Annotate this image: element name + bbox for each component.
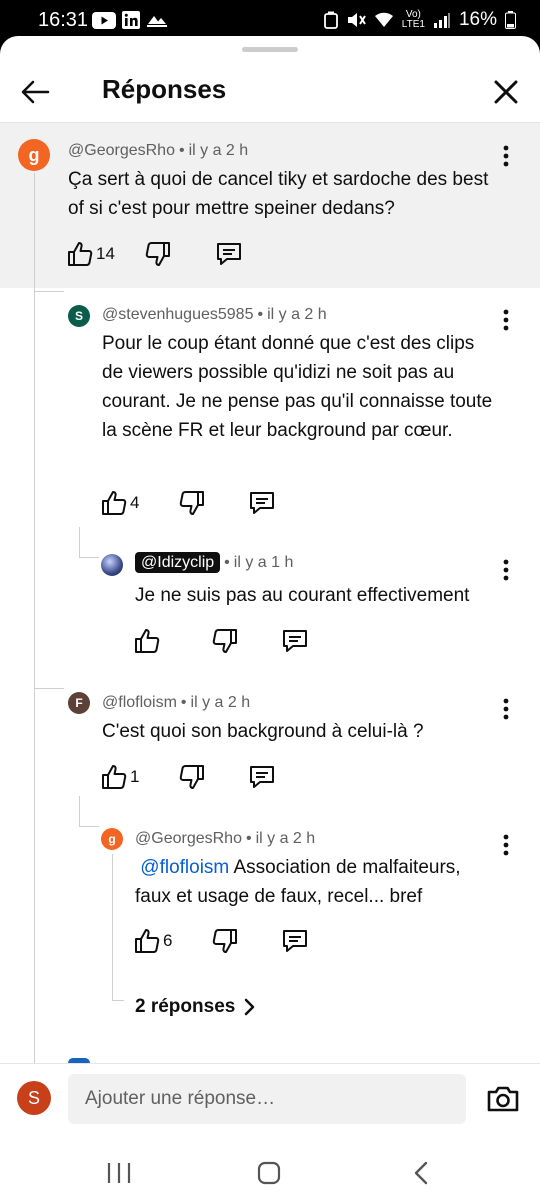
linkedin-icon: [122, 11, 140, 29]
more-vert-icon[interactable]: [496, 144, 516, 168]
comment-time: il y a 1 h: [233, 554, 294, 571]
more-vert-icon[interactable]: [496, 697, 516, 721]
page-title: Réponses: [102, 74, 227, 104]
thumb-down-icon[interactable]: [144, 240, 172, 268]
network-label: Vo) LTE1: [401, 9, 425, 30]
camera-icon[interactable]: [485, 1081, 521, 1117]
comment-time: il y a 2 h: [190, 694, 251, 711]
comment-meta: @GeorgesRho • il y a 2 h: [68, 142, 249, 159]
sports-app-icon: [147, 16, 167, 27]
thread-branch: [79, 826, 99, 827]
comment-time: il y a 2 h: [255, 830, 316, 847]
thread-branch: [112, 1000, 124, 1001]
thumb-up-icon[interactable]: [66, 240, 94, 268]
thread-branch: [79, 557, 99, 558]
more-vert-icon[interactable]: [496, 833, 516, 857]
avatar[interactable]: S: [68, 305, 90, 327]
system-nav-bar: [0, 1144, 540, 1200]
replies-header: Réponses: [0, 64, 540, 122]
like-count: 14: [96, 244, 115, 263]
author-name[interactable]: @flofloism: [102, 694, 177, 711]
comment-meta: @stevenhugues5985 • il y a 2 h: [102, 306, 327, 323]
drag-handle[interactable]: [242, 47, 298, 52]
thread-line-main: [34, 173, 35, 1063]
comment-text: C'est quoi son background à celui-là ?: [102, 721, 424, 742]
comment-text: Je ne suis pas au courant effectivement: [135, 585, 470, 606]
like-count: 4: [130, 493, 140, 512]
mute-icon: [347, 13, 366, 27]
thumb-up-icon[interactable]: [133, 927, 161, 955]
reply-icon[interactable]: [281, 627, 309, 655]
thumb-down-icon[interactable]: [178, 763, 206, 791]
mention-link[interactable]: @flofloism: [140, 857, 229, 878]
comment-text: Pour le coup étant donné que c'est des c…: [102, 333, 493, 441]
thumb-down-icon[interactable]: [211, 627, 239, 655]
avatar[interactable]: F: [68, 692, 90, 714]
thread-line-deep: [112, 854, 113, 1000]
reply-input[interactable]: [68, 1074, 466, 1124]
like-count: 1: [130, 767, 140, 786]
thread-branch: [34, 688, 64, 689]
reply-icon[interactable]: [248, 763, 276, 791]
avatar[interactable]: g: [18, 139, 50, 171]
more-vert-icon[interactable]: [496, 308, 516, 332]
author-name[interactable]: @GeorgesRho: [68, 142, 175, 159]
recent-apps-icon[interactable]: [106, 1161, 132, 1185]
author-name[interactable]: @Idizyclip: [135, 552, 221, 573]
wifi-icon: [374, 12, 393, 27]
back-arrow-icon[interactable]: [18, 74, 54, 110]
thread-line-nested: [79, 796, 80, 826]
notification-icons: [92, 11, 168, 29]
chevron-right-icon: [245, 998, 255, 1016]
more-vert-icon[interactable]: [496, 558, 516, 582]
comment-meta: @Idizyclip • il y a 1 h: [135, 552, 294, 573]
author-name[interactable]: @GeorgesRho: [135, 830, 242, 847]
reply-icon[interactable]: [215, 240, 243, 268]
close-icon[interactable]: [488, 74, 524, 110]
comment-meta: @GeorgesRho • il y a 2 h: [135, 830, 316, 847]
thread-branch: [34, 291, 64, 292]
like-count: 6: [163, 931, 173, 950]
comment-meta: @flofloism • il y a 2 h: [102, 694, 251, 711]
recycle-icon: [323, 11, 338, 29]
replies-sheet: Réponses g @GeorgesRho • il y a 2 h Ça ser…: [0, 36, 540, 1200]
thumb-down-icon[interactable]: [178, 489, 206, 517]
battery-percent: 16%: [458, 9, 497, 30]
user-avatar: S: [17, 1081, 51, 1115]
composer-divider: [0, 1063, 540, 1064]
author-name[interactable]: @stevenhugues5985: [102, 306, 253, 323]
comment-time: il y a 2 h: [188, 142, 249, 159]
thumb-up-icon[interactable]: [133, 627, 161, 655]
reply-icon[interactable]: [281, 927, 309, 955]
reply-icon[interactable]: [248, 489, 276, 517]
reply-input-container[interactable]: [68, 1074, 466, 1124]
avatar[interactable]: g: [101, 828, 123, 850]
comment-time: il y a 2 h: [267, 306, 327, 323]
back-nav-icon[interactable]: [410, 1160, 432, 1186]
home-icon[interactable]: [256, 1160, 282, 1186]
more-replies-button[interactable]: 2 réponses: [135, 996, 255, 1018]
youtube-icon: [92, 11, 116, 29]
thumb-down-icon[interactable]: [211, 927, 239, 955]
battery-icon: [505, 11, 516, 29]
comment-text: Ça sert à quoi de cancel tiky et sardoch…: [68, 169, 489, 219]
thumb-up-icon[interactable]: [100, 489, 128, 517]
thread-line-nested: [79, 527, 80, 557]
more-replies-label: 2 réponses: [135, 996, 236, 1017]
status-time: 16:31: [38, 9, 89, 31]
system-status: Vo) LTE1 16%: [323, 9, 516, 31]
status-bar: 16:31 Vo) LTE1 16%: [0, 0, 540, 40]
thumb-up-icon[interactable]: [100, 763, 128, 791]
comment-text: @flofloism Association de malfaiteurs, f…: [135, 857, 461, 907]
avatar[interactable]: [101, 554, 123, 576]
signal-icon: [433, 13, 450, 28]
